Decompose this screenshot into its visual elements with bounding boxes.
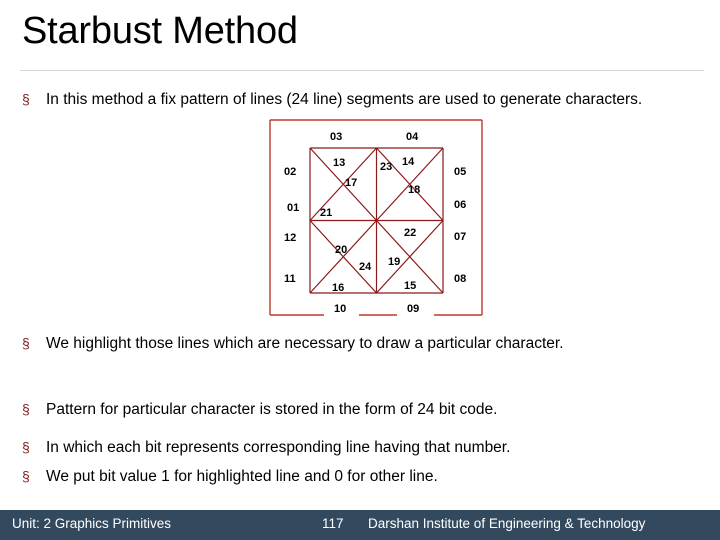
diagram-label-07: 07 [454,231,466,243]
starburst-svg: 01 02 03 04 05 06 07 08 09 10 11 12 13 1… [269,119,483,316]
diagram-label-02: 02 [284,166,296,178]
bullet-text-3: Pattern for particular character is stor… [46,401,498,418]
diagram-label-18: 18 [408,184,420,196]
bullet-marker-icon: § [22,335,30,351]
starburst-lines [309,147,444,294]
diagram-label-12: 12 [284,232,296,244]
bullet-item-2: § We highlight those lines which are nec… [22,330,698,357]
inner-label-group: 13 14 15 16 17 18 19 20 21 22 23 24 [320,156,420,294]
diagram-label-17: 17 [345,177,357,189]
bullet-item-1: § In this method a fix pattern of lines … [22,86,698,113]
diagram-label-08: 08 [454,273,466,285]
slide-root: Starbust Method § In this method a fix p… [0,0,720,540]
diagram-label-16: 16 [332,282,344,294]
bullet-text-2: We highlight those lines which are neces… [46,335,564,352]
outer-label-group: 01 02 03 04 05 06 07 08 09 10 11 12 [284,131,466,315]
starburst-diagram: 01 02 03 04 05 06 07 08 09 10 11 12 13 1… [262,112,490,324]
page-title: Starbust Method [22,10,298,52]
bullet-marker-icon: § [22,439,30,455]
diagram-label-03: 03 [330,131,342,143]
diagram-label-11: 11 [284,273,296,285]
bullet-item-4: § In which each bit represents correspon… [22,434,698,461]
diagram-label-20: 20 [335,244,347,256]
bullet-marker-icon: § [22,468,30,484]
bullet-item-5: § We put bit value 1 for highlighted lin… [22,463,698,490]
slide-footer: Unit: 2 Graphics Primitives 117 Darshan … [0,510,720,540]
bullet-item-3: § Pattern for particular character is st… [22,396,698,423]
diagram-label-24: 24 [359,261,372,273]
diagram-label-21: 21 [320,207,332,219]
diagram-label-04: 04 [406,131,419,143]
footer-unit-label: Unit: 2 Graphics Primitives [12,516,172,531]
diagram-label-01: 01 [287,202,299,214]
bullet-text-5: We put bit value 1 for highlighted line … [46,468,438,485]
bullet-text-1: In this method a fix pattern of lines (2… [46,91,643,108]
diagram-label-14: 14 [402,156,415,168]
title-divider [20,70,704,71]
diagram-label-23: 23 [380,161,392,173]
diagram-label-05: 05 [454,166,466,178]
diagram-label-19: 19 [388,256,400,268]
footer-page-number: 117 [322,516,344,531]
bullet-text-4: In which each bit represents correspondi… [46,439,511,456]
diagram-label-06: 06 [454,199,466,211]
footer-institute: Darshan Institute of Engineering & Techn… [368,516,646,531]
diagram-label-22: 22 [404,227,416,239]
bullet-marker-icon: § [22,401,30,417]
diagram-label-13: 13 [333,157,345,169]
diagram-label-15: 15 [404,280,416,292]
diagram-label-10: 10 [334,303,346,315]
bullet-marker-icon: § [22,91,30,107]
diagram-label-09: 09 [407,303,419,315]
